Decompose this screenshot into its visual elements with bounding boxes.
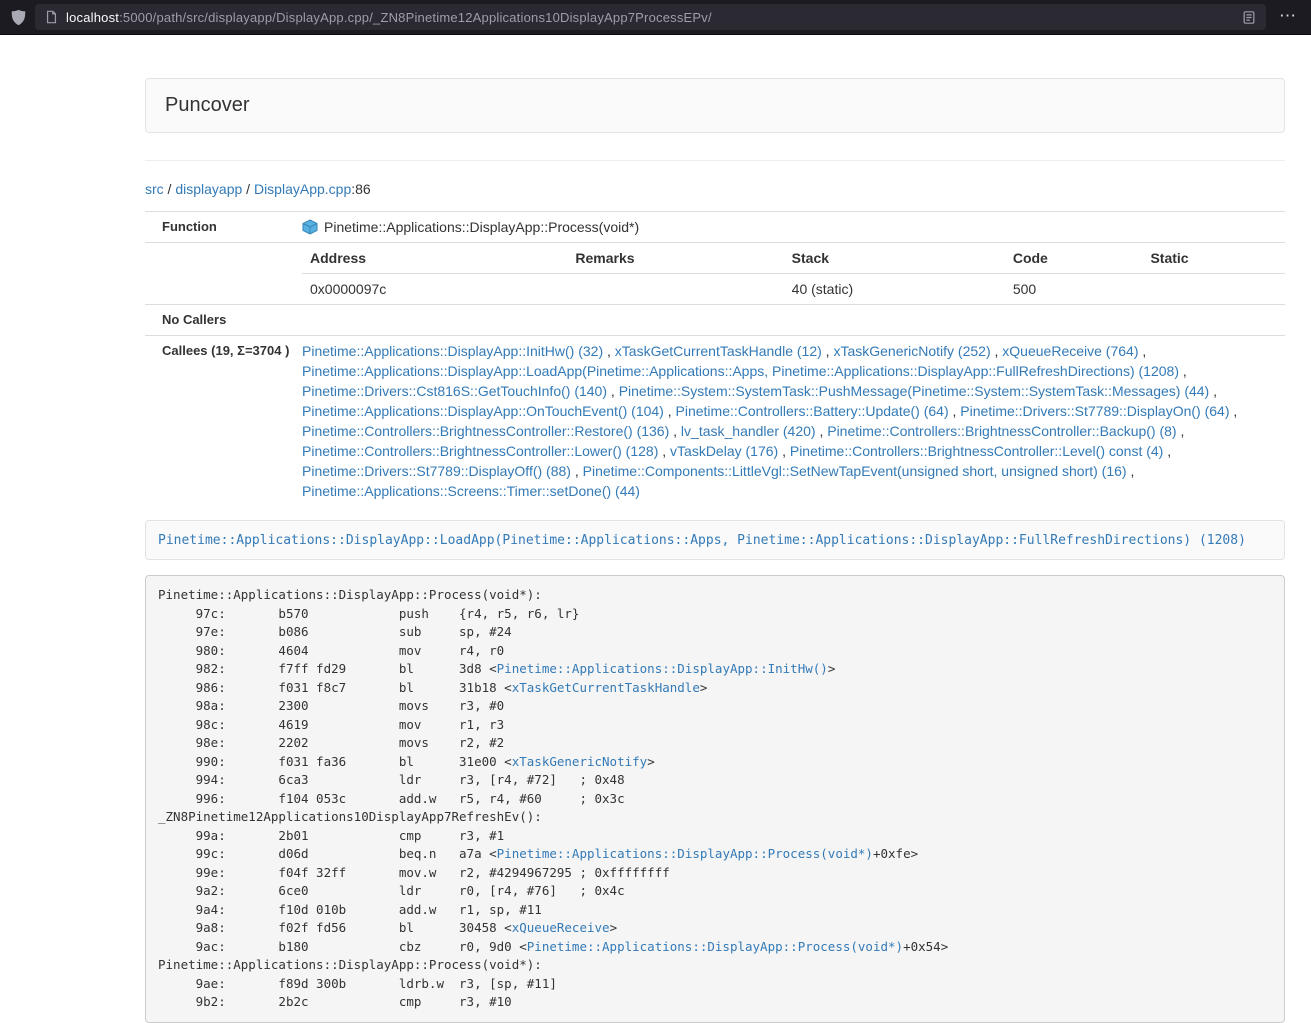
stats-value-stack: 40 (static)	[784, 274, 1005, 305]
page-info-icon[interactable]	[45, 10, 58, 24]
function-table: Function Pinetime::Applications::Display…	[145, 211, 1285, 506]
app-title-panel: Puncover	[145, 78, 1285, 133]
function-row-label: Function	[145, 212, 302, 243]
table-row-no-callers: No Callers	[145, 305, 1285, 336]
stats-col-address: Address	[302, 243, 567, 274]
table-row-callees: Callees (19, Σ=3704 ) Pinetime::Applicat…	[145, 336, 1285, 507]
highlighted-callee-panel: Pinetime::Applications::DisplayApp::Load…	[145, 520, 1285, 560]
url-host: localhost	[66, 10, 119, 25]
breadcrumb: src / displayapp / DisplayApp.cpp:86	[145, 179, 1285, 199]
callee-link[interactable]: Pinetime::Controllers::BrightnessControl…	[302, 443, 658, 459]
page-container: Puncover src / displayapp / DisplayApp.c…	[145, 78, 1285, 1023]
highlighted-callee-link[interactable]: Pinetime::Applications::DisplayApp::Load…	[158, 533, 1246, 548]
callee-link[interactable]: xTaskGetCurrentTaskHandle (12)	[615, 343, 822, 359]
callee-link[interactable]: xTaskGenericNotify (252)	[833, 343, 990, 359]
callee-link[interactable]: xQueueReceive (764)	[1002, 343, 1138, 359]
stats-col-stack: Stack	[784, 243, 1005, 274]
callee-link[interactable]: Pinetime::Applications::DisplayApp::Load…	[302, 363, 1179, 379]
stats-value-remarks	[567, 274, 783, 305]
stats-col-remarks: Remarks	[567, 243, 783, 274]
code-symbol-link[interactable]: Pinetime::Applications::DisplayApp::Proc…	[527, 939, 903, 954]
breadcrumb-line-number: :86	[351, 181, 370, 197]
url-path: :5000/path/src/displayapp/DisplayApp.cpp…	[119, 10, 712, 25]
browser-toolbar: localhost:5000/path/src/displayapp/Displ…	[0, 0, 1311, 35]
url-bar[interactable]: localhost:5000/path/src/displayapp/Displ…	[35, 4, 1266, 30]
code-symbol-link[interactable]: Pinetime::Applications::DisplayApp::Init…	[497, 661, 828, 676]
stats-col-static: Static	[1142, 243, 1285, 274]
callees-list: Pinetime::Applications::DisplayApp::Init…	[302, 336, 1285, 507]
callee-link[interactable]: Pinetime::Controllers::BrightnessControl…	[302, 423, 669, 439]
stats-table: AddressRemarksStackCodeStatic 0x0000097c…	[302, 243, 1285, 304]
code-symbol-link[interactable]: Pinetime::Applications::DisplayApp::Proc…	[497, 846, 873, 861]
code-symbol-link[interactable]: xQueueReceive	[512, 920, 610, 935]
reader-mode-icon[interactable]	[1242, 10, 1256, 25]
callee-link[interactable]: lv_task_handler (420)	[681, 423, 816, 439]
breadcrumb-link[interactable]: displayapp	[175, 181, 242, 197]
stats-col-code: Code	[1005, 243, 1143, 274]
callees-label: Callees (19, Σ=3704 )	[145, 336, 302, 507]
method-icon	[302, 219, 318, 235]
callee-link[interactable]: Pinetime::Drivers::St7789::DisplayOff() …	[302, 463, 571, 479]
page-actions-menu-icon[interactable]: ⋯	[1274, 7, 1301, 28]
callee-link[interactable]: Pinetime::Applications::DisplayApp::OnTo…	[302, 403, 664, 419]
url-text: localhost:5000/path/src/displayapp/Displ…	[66, 10, 1234, 25]
divider	[145, 160, 1285, 161]
callee-link[interactable]: Pinetime::Controllers::BrightnessControl…	[827, 423, 1176, 439]
stats-header-row: AddressRemarksStackCodeStatic	[302, 243, 1285, 274]
table-row-function: Function Pinetime::Applications::Display…	[145, 212, 1285, 243]
disassembly-code-block: Pinetime::Applications::DisplayApp::Proc…	[145, 575, 1285, 1023]
stats-value-address: 0x0000097c	[302, 274, 567, 305]
no-callers-label: No Callers	[145, 305, 302, 336]
function-name: Pinetime::Applications::DisplayApp::Proc…	[324, 217, 639, 237]
tracking-protection-shield-icon[interactable]	[10, 9, 27, 26]
callee-link[interactable]: vTaskDelay (176)	[670, 443, 778, 459]
callee-link[interactable]: Pinetime::System::SystemTask::PushMessag…	[619, 383, 1210, 399]
callee-link[interactable]: Pinetime::Applications::Screens::Timer::…	[302, 483, 640, 499]
callee-link[interactable]: Pinetime::Drivers::Cst816S::GetTouchInfo…	[302, 383, 607, 399]
stats-value-row: 0x0000097c 40 (static)500	[302, 274, 1285, 305]
stats-value-static	[1142, 274, 1285, 305]
breadcrumb-link[interactable]: src	[145, 181, 164, 197]
page-title: Puncover	[165, 94, 250, 116]
callee-link[interactable]: Pinetime::Controllers::Battery::Update()…	[676, 403, 949, 419]
stats-value-code: 500	[1005, 274, 1143, 305]
callee-link[interactable]: Pinetime::Applications::DisplayApp::Init…	[302, 343, 603, 359]
breadcrumb-link[interactable]: DisplayApp.cpp	[254, 181, 351, 197]
callee-link[interactable]: Pinetime::Drivers::St7789::DisplayOn() (…	[960, 403, 1229, 419]
code-symbol-link[interactable]: xTaskGenericNotify	[512, 754, 647, 769]
callee-link[interactable]: Pinetime::Components::LittleVgl::SetNewT…	[583, 463, 1127, 479]
code-symbol-link[interactable]: xTaskGetCurrentTaskHandle	[512, 680, 700, 695]
callee-link[interactable]: Pinetime::Controllers::BrightnessControl…	[790, 443, 1163, 459]
table-row-stats: AddressRemarksStackCodeStatic 0x0000097c…	[145, 243, 1285, 305]
